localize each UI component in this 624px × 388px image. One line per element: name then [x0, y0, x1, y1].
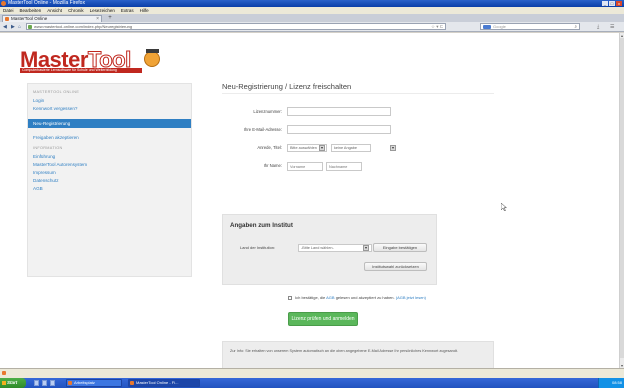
menu-help[interactable]: Hilfe [140, 7, 149, 14]
quicklaunch-desktop-icon[interactable] [34, 380, 39, 386]
tab-bar: MasterTool Online × + [0, 14, 624, 22]
quicklaunch-explorer-icon[interactable] [50, 380, 55, 386]
license-label-row: Lizenznummer: [222, 107, 282, 117]
maximize-button[interactable]: □ [609, 1, 615, 6]
folder-icon [68, 381, 72, 385]
url-bar[interactable]: www.mastertool-online.com/index.php/Neur… [26, 23, 446, 30]
bookmarks-icon[interactable]: ☰ [610, 24, 614, 30]
email-label-row: Ihre E-Mail-Adresse: [222, 125, 282, 135]
mouse-cursor-icon [501, 203, 507, 211]
agb-read-link[interactable]: (AGB jetzt lesen) [396, 295, 426, 300]
title-divider [222, 93, 494, 94]
tab-title: MasterTool Online [11, 16, 48, 21]
firstname-input[interactable] [287, 162, 323, 171]
taskbar-item-firefox[interactable]: MasterTool Online - Fi... [128, 379, 200, 387]
mastertool-logo[interactable]: MasterTool Computerbasierte Lernsoftware… [20, 47, 160, 74]
sidebar-item-agb[interactable]: AGB [33, 185, 186, 193]
license-label: Lizenznummer: [253, 109, 282, 114]
name-label-row: Ihr Name: [222, 161, 282, 171]
title-select[interactable]: keine Angabe [331, 144, 371, 152]
window-titlebar: MasterTool Online - Mozilla Firefox _ □ … [0, 0, 624, 7]
favicon-icon [5, 17, 9, 21]
sidebar-heading-info: INFORMATION [33, 146, 63, 150]
sidebar-item-share-release[interactable]: Freigaben akzeptieren [33, 134, 186, 142]
check-license-button[interactable]: Lizenz prüfen und anmelden [288, 312, 358, 326]
lastname-input[interactable] [326, 162, 362, 171]
google-icon[interactable] [483, 25, 491, 29]
tab-mastertool[interactable]: MasterTool Online × [2, 15, 102, 22]
search-placeholder: Google [493, 24, 506, 29]
sidebar-item-new-registration[interactable]: Neu-Registrierung [28, 119, 191, 128]
scrollbar-thumb[interactable] [620, 38, 624, 358]
agb-link[interactable]: AGB [326, 295, 334, 300]
menu-bar: Datei Bearbeiten Ansicht Chronik Lesezei… [0, 7, 624, 14]
windows-logo-icon [2, 381, 6, 385]
page-title: Neu-Registrierung / Lizenz freischalten [222, 82, 352, 91]
home-icon[interactable]: ⌂ [18, 24, 21, 30]
country-label: Land der Institution: [240, 245, 276, 250]
quicklaunch-browser-icon[interactable] [42, 380, 47, 386]
info-box: Zur Info: Sie erhalten von unserem Syste… [222, 341, 494, 369]
close-window-button[interactable]: x [616, 1, 622, 6]
chevron-down-icon[interactable]: ▾ [363, 245, 369, 251]
minimize-button[interactable]: _ [602, 1, 608, 6]
institute-heading: Angaben zum Institut [230, 222, 293, 229]
mascot-icon [144, 49, 160, 67]
sidebar-item-login[interactable]: Login [33, 97, 186, 105]
search-bar[interactable]: Google ⌕ [480, 23, 580, 30]
taskbar: Start Arbeitsplatz MasterTool Online - F… [0, 378, 624, 388]
status-bar [0, 368, 624, 378]
menu-bookmarks[interactable]: Lesezeichen [90, 7, 115, 14]
chevron-down-icon[interactable]: ▾ [319, 145, 325, 151]
downloads-icon[interactable]: ⤓ [597, 24, 599, 30]
institute-panel: Angaben zum Institut Land der Institutio… [222, 214, 437, 285]
system-tray: 08:58 [598, 378, 624, 388]
confirm-input-button[interactable]: Eingabe bestätigen [373, 243, 427, 252]
name-label: Ihr Name: [263, 163, 282, 168]
sidebar-heading-login: MASTERTOOL ONLINE [33, 90, 80, 94]
sidebar-item-forgot-password[interactable]: Kennwort vergessen? [33, 105, 186, 113]
search-icon[interactable]: ⌕ [574, 24, 577, 29]
menu-edit[interactable]: Bearbeiten [20, 7, 42, 14]
firefox-icon [1, 1, 6, 6]
salutation-label: Anrede, Titel: [257, 145, 282, 150]
logo-tagline: Computerbasierte Lernsoftware für Schule… [20, 68, 142, 73]
new-tab-button[interactable]: + [106, 15, 114, 22]
taskbar-item-arbeitsplatz[interactable]: Arbeitsplatz [66, 379, 122, 387]
addon-icon[interactable] [2, 371, 6, 375]
country-select[interactable]: -Bitte Land wählen- [298, 244, 372, 252]
sidebar-item-privacy[interactable]: Datenschutz [33, 177, 186, 185]
vertical-scrollbar[interactable]: ▴ ▾ [619, 33, 624, 368]
firefox-icon [130, 381, 134, 385]
menu-file[interactable]: Datei [3, 7, 14, 14]
url-text: www.mastertool-online.com/index.php/Neur… [34, 24, 133, 29]
menu-view[interactable]: Ansicht [47, 7, 62, 14]
forward-icon[interactable]: ▶ [11, 24, 15, 30]
license-input[interactable] [287, 107, 391, 116]
sidebar-item-introduction[interactable]: Einführung [33, 153, 186, 161]
salutation-label-row: Anrede, Titel: [222, 143, 282, 153]
agb-confirm-text: Ich bestätige, die AGB gelesen und akzep… [295, 295, 426, 300]
menu-tools[interactable]: Extras [121, 7, 134, 14]
sidebar-item-imprint[interactable]: Impressum [33, 169, 186, 177]
site-identity-icon[interactable] [28, 25, 32, 29]
email-field[interactable] [287, 125, 391, 134]
page-viewport: MasterTool Computerbasierte Lernsoftware… [0, 33, 619, 384]
logo-text: MasterTool [20, 47, 132, 72]
navigation-bar: ◀ ▶ ⌂ www.mastertool-online.com/index.ph… [0, 22, 624, 32]
reset-institute-button[interactable]: Institutswahl zurücksetzen [364, 262, 427, 271]
window-controls: _ □ x [602, 1, 622, 6]
menu-history[interactable]: Chronik [68, 7, 84, 14]
window-title: MasterTool Online - Mozilla Firefox [8, 0, 85, 6]
sidebar-item-authoring[interactable]: MasterTool Autorensystem [33, 161, 186, 169]
sidebar: MASTERTOOL ONLINE Login Kennwort vergess… [27, 83, 192, 277]
start-button[interactable]: Start [0, 378, 26, 388]
email-label: Ihre E-Mail-Adresse: [243, 127, 282, 132]
agb-checkbox[interactable] [288, 296, 292, 300]
reload-icon[interactable]: ☆ ▾ C [431, 24, 443, 29]
clock[interactable]: 08:58 [612, 380, 622, 385]
back-icon[interactable]: ◀ [3, 24, 7, 30]
chevron-down-icon[interactable]: ▾ [390, 145, 396, 151]
